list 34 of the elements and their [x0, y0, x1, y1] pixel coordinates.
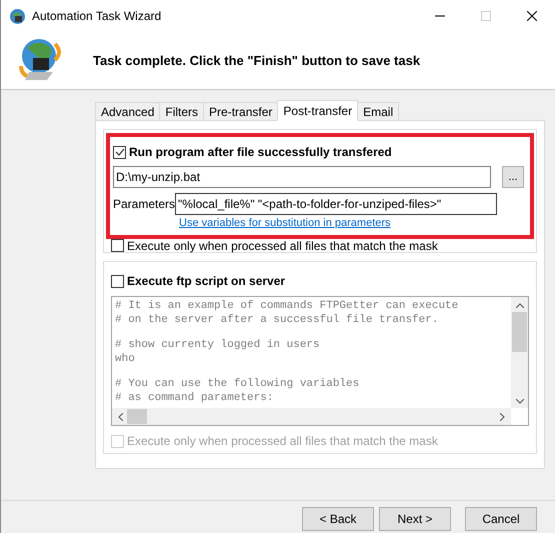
window-title: Automation Task Wizard	[32, 8, 162, 25]
script-line: # on the server after a successful file transfer.	[115, 313, 440, 327]
horizontal-scrollbar[interactable]	[112, 408, 511, 425]
parameters-label: Parameters	[113, 196, 176, 213]
browse-button[interactable]: ...	[502, 166, 524, 188]
wizard-button[interactable]: < Back	[302, 507, 374, 531]
scroll-thumb[interactable]	[127, 409, 147, 424]
vertical-scrollbar[interactable]	[511, 297, 528, 408]
parameters-field[interactable]: "%local_file%" "<path-to-folder-for-unziped-files>"	[175, 193, 498, 215]
wizard-button[interactable]: Next >	[379, 507, 451, 531]
checkmark-icon	[114, 148, 124, 156]
script-line: # You can use the following variables	[115, 377, 360, 391]
wizard-button[interactable]: Cancel	[465, 507, 537, 531]
program-path-field[interactable]: D:\my-unzip.bat	[113, 166, 491, 188]
variables-link[interactable]: Use variables for substitution in parameters	[179, 215, 527, 232]
checkbox-label: Execute only when processed all files that match the mask	[127, 238, 438, 254]
script-line: who	[115, 352, 136, 366]
scroll-thumb[interactable]	[512, 312, 527, 352]
tab[interactable]: Advanced	[95, 102, 160, 121]
script-line: # It is an example of commands FTPGetter can execute	[115, 299, 460, 313]
checkbox[interactable]	[111, 239, 124, 252]
checkbox-label: Run program after file successfully transfered	[129, 144, 392, 161]
script-line: # show currenty logged in users	[115, 338, 321, 352]
header-message: Task complete. Click the "Finish" button to save task	[93, 52, 420, 70]
tab[interactable]: Post-transfer	[277, 100, 358, 121]
checkbox[interactable]	[111, 274, 124, 288]
script-editor[interactable]	[111, 296, 529, 426]
script-line: # as command parameters:	[115, 391, 274, 405]
tab[interactable]: Email	[357, 102, 400, 121]
close-icon[interactable]	[527, 11, 537, 21]
checkbox-label: Execute ftp script on server	[127, 273, 286, 290]
checkbox-label: Execute only when processed all files that match the mask	[127, 433, 438, 450]
checkbox[interactable]	[113, 146, 126, 158]
globe-icon	[9, 8, 26, 24]
